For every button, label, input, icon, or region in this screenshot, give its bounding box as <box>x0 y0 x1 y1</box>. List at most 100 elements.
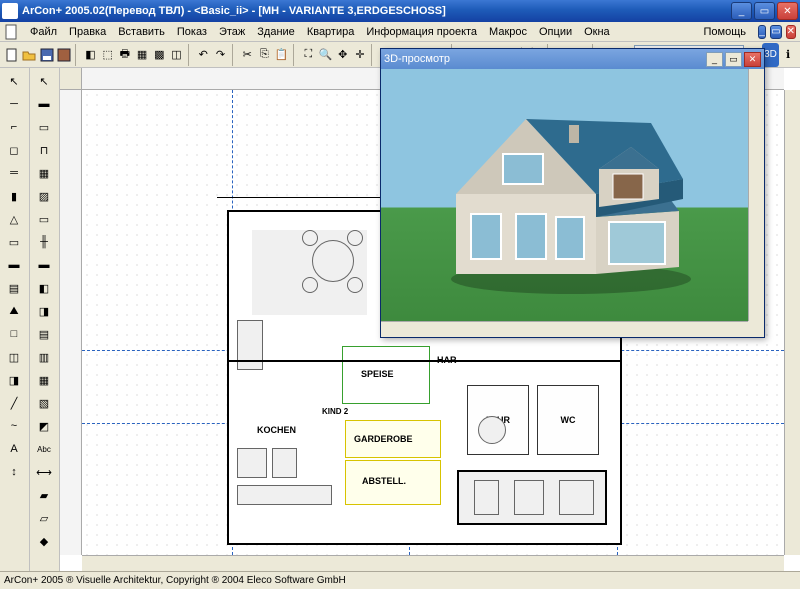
maximize-button[interactable]: ▭ <box>754 2 775 20</box>
zoom-icon[interactable]: 🔍 <box>317 44 333 66</box>
dim3-tool-icon[interactable]: ⟷ <box>32 461 56 483</box>
canvas-scroll-v[interactable] <box>784 90 800 555</box>
text2-tool-icon[interactable]: A <box>2 438 26 460</box>
redo-icon[interactable]: ↷ <box>212 44 228 66</box>
prop3-icon[interactable]: ▤ <box>32 323 56 345</box>
panel-maximize-button[interactable]: ▭ <box>725 52 742 67</box>
tool-icon-1[interactable]: ◧ <box>82 44 98 66</box>
column-tool-icon[interactable]: ▮ <box>2 185 26 207</box>
terrain-tool-icon[interactable]: ⛰ <box>2 300 26 322</box>
undo-icon[interactable]: ↶ <box>195 44 211 66</box>
print-icon[interactable]: 🖶 <box>117 44 133 66</box>
menu-insert[interactable]: Вставить <box>112 24 171 40</box>
menu-bar: Файл Правка Вставить Показ Этаж Здание К… <box>0 22 800 42</box>
house-3d-icon <box>421 99 711 299</box>
grid2-icon[interactable]: ▦ <box>32 162 56 184</box>
copy-icon[interactable]: ⎘ <box>256 44 272 66</box>
green1-icon[interactable]: ▰ <box>32 484 56 506</box>
close-button[interactable]: ✕ <box>777 2 798 20</box>
mdi-restore-button[interactable]: ▭ <box>770 25 781 39</box>
room-label: GARDEROBE <box>354 434 413 444</box>
slab-icon[interactable]: ▬ <box>32 254 56 276</box>
measure-icon[interactable]: ✛ <box>352 44 368 66</box>
prop6-icon[interactable]: ▧ <box>32 392 56 414</box>
new-icon[interactable] <box>4 44 20 66</box>
app-title: ArCon+ 2005.02(Перевод ТВЛ) - <Basic_ii>… <box>22 5 729 17</box>
left-toolbar-2: ↖ ▬ ▭ ⊓ ▦ ▨ ▭ ╫ ▬ ◧ ◨ ▤ ▥ ▦ ▧ ◩ Abc ⟷ ▰ … <box>30 68 60 571</box>
menu-project-info[interactable]: Информация проекта <box>360 24 483 40</box>
panel-minimize-button[interactable]: _ <box>706 52 723 67</box>
prop2-icon[interactable]: ◨ <box>32 300 56 322</box>
obj2-tool-icon[interactable]: ◫ <box>2 346 26 368</box>
select-tool-icon[interactable]: ↖ <box>2 70 26 92</box>
panel-close-button[interactable]: ✕ <box>744 52 761 67</box>
room-label: SPEISE <box>361 369 394 379</box>
blue1-icon[interactable]: ◆ <box>32 530 56 552</box>
ruler-vertical[interactable] <box>60 90 82 555</box>
prop1-icon[interactable]: ◧ <box>32 277 56 299</box>
dim2-tool-icon[interactable]: ↕ <box>2 461 26 483</box>
menu-help[interactable]: Помощь <box>698 24 753 40</box>
window-tool-icon[interactable]: ◻ <box>2 139 26 161</box>
menu-floor[interactable]: Этаж <box>213 24 251 40</box>
save-icon[interactable] <box>38 44 54 66</box>
panel-scroll-h[interactable] <box>381 321 748 337</box>
mdi-close-button[interactable]: ✕ <box>786 25 796 39</box>
menu-apartment[interactable]: Квартира <box>301 24 361 40</box>
panel-3d-header[interactable]: 3D-просмотр _ ▭ ✕ <box>381 49 764 69</box>
wall3-icon[interactable]: ▭ <box>32 116 56 138</box>
app-icon <box>2 3 18 19</box>
menu-file[interactable]: Файл <box>24 24 63 40</box>
panel-3d-preview[interactable]: 3D-просмотр _ ▭ ✕ <box>380 48 765 338</box>
tool-icon-2[interactable]: ⬚ <box>100 44 116 66</box>
canvas-scroll-h[interactable] <box>82 555 784 571</box>
menu-macro[interactable]: Макрос <box>483 24 533 40</box>
prop7-icon[interactable]: ◩ <box>32 415 56 437</box>
mdi-minimize-button[interactable]: _ <box>758 25 766 39</box>
fence-icon[interactable]: ╫ <box>32 231 56 253</box>
wall-tool-icon[interactable]: ─ <box>2 93 26 115</box>
status-bar: ArCon+ 2005 ® Visuelle Architektur, Copy… <box>0 571 800 589</box>
obj3-tool-icon[interactable]: ◨ <box>2 369 26 391</box>
ceiling-tool-icon[interactable]: ▬ <box>2 254 26 276</box>
open-icon[interactable] <box>21 44 37 66</box>
green2-icon[interactable]: ▱ <box>32 507 56 529</box>
menu-show[interactable]: Показ <box>171 24 213 40</box>
line-tool-icon[interactable]: ╱ <box>2 392 26 414</box>
menu-edit[interactable]: Правка <box>63 24 112 40</box>
pan-icon[interactable]: ✥ <box>335 44 351 66</box>
room-wc: WC <box>537 385 599 455</box>
cut-icon[interactable]: ✂ <box>239 44 255 66</box>
stairs-tool-icon[interactable]: ═ <box>2 162 26 184</box>
prop4-icon[interactable]: ▥ <box>32 346 56 368</box>
zoom-fit-icon[interactable]: ⛶ <box>300 44 316 66</box>
tool-icon-3[interactable]: ▦ <box>134 44 150 66</box>
obj1-tool-icon[interactable]: □ <box>2 323 26 345</box>
panel-3d-title: 3D-просмотр <box>384 53 704 65</box>
rect-icon[interactable]: ▭ <box>32 208 56 230</box>
room-tool-icon[interactable]: ▭ <box>2 231 26 253</box>
minimize-button[interactable]: _ <box>731 2 752 20</box>
floor-tool-icon[interactable]: ▤ <box>2 277 26 299</box>
left-toolbar-1: ↖ ─ ⌐ ◻ ═ ▮ △ ▭ ▬ ▤ ⛰ □ ◫ ◨ ╱ ~ A ↕ <box>0 68 30 571</box>
openwall-icon[interactable]: ⊓ <box>32 139 56 161</box>
tool-icon-5[interactable]: ◫ <box>168 44 184 66</box>
hatch-icon[interactable]: ▨ <box>32 185 56 207</box>
curve-tool-icon[interactable]: ~ <box>2 415 26 437</box>
paste-icon[interactable]: 📋 <box>273 44 289 66</box>
info-icon[interactable]: ℹ <box>780 44 796 66</box>
menu-building[interactable]: Здание <box>251 24 301 40</box>
cursor-icon[interactable]: ↖ <box>32 70 56 92</box>
prop5-icon[interactable]: ▦ <box>32 369 56 391</box>
wall2-icon[interactable]: ▬ <box>32 93 56 115</box>
door-tool-icon[interactable]: ⌐ <box>2 116 26 138</box>
saveas-icon[interactable] <box>56 44 72 66</box>
tool-icon-4[interactable]: ▩ <box>151 44 167 66</box>
menu-options[interactable]: Опции <box>533 24 578 40</box>
menu-windows[interactable]: Окна <box>578 24 616 40</box>
ruler-corner <box>60 68 82 90</box>
view-3d[interactable] <box>381 69 748 321</box>
abc-tool-icon[interactable]: Abc <box>32 438 56 460</box>
roof-tool-icon[interactable]: △ <box>2 208 26 230</box>
panel-scroll-v[interactable] <box>748 69 764 321</box>
